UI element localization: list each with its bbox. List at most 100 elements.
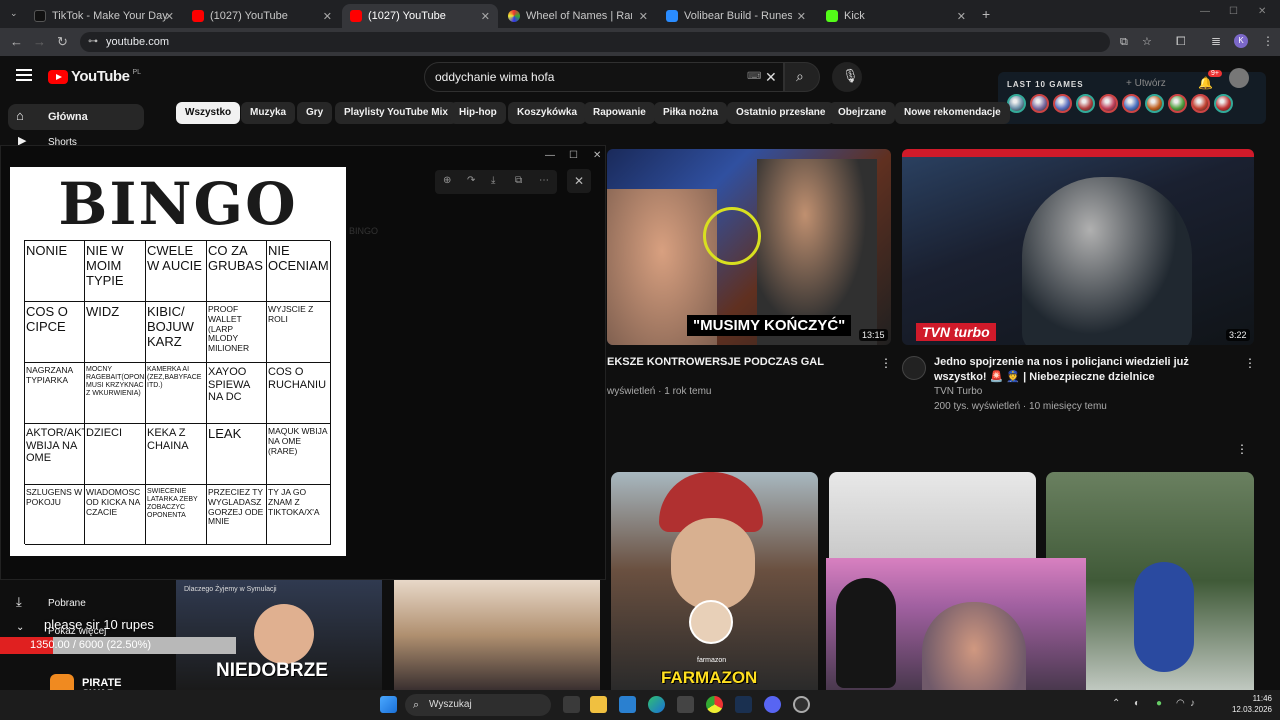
menu-dots-icon[interactable]: ⋮ xyxy=(1262,34,1274,48)
site-info-icon[interactable]: ⊶ xyxy=(88,32,98,52)
sidebar-item-downloads[interactable]: ⤓ Pobrane xyxy=(14,594,164,610)
viewer-close-button[interactable]: ✕ xyxy=(567,169,591,193)
reading-list-icon[interactable]: ≣ xyxy=(1211,34,1221,48)
short-thumbnail-3[interactable] xyxy=(829,472,1036,562)
champion-icon xyxy=(1030,94,1049,113)
window-maximize-icon[interactable]: ☐ xyxy=(569,150,578,161)
hamburger-menu-icon[interactable] xyxy=(16,69,32,81)
chip-4[interactable]: Hip-hop xyxy=(450,102,506,124)
search-input[interactable]: oddychanie wima hofa ⌨ ✕ xyxy=(424,62,784,92)
close-icon[interactable]: ✕ xyxy=(323,10,332,23)
new-tab-button[interactable]: + xyxy=(982,6,990,22)
wifi-icon[interactable]: ◠ xyxy=(1176,698,1185,709)
bingo-cell: NONIE xyxy=(25,241,85,302)
account-avatar[interactable] xyxy=(1229,68,1249,88)
steam-icon[interactable] xyxy=(735,696,752,713)
keyboard-icon[interactable]: ⌨ xyxy=(747,63,761,91)
clear-search-icon[interactable]: ✕ xyxy=(765,63,777,91)
close-icon[interactable]: ✕ xyxy=(639,10,648,23)
chip-9[interactable]: Obejrzane xyxy=(829,102,896,124)
file-explorer-icon[interactable] xyxy=(590,696,607,713)
close-icon[interactable]: ✕ xyxy=(957,10,966,23)
task-view-icon[interactable] xyxy=(563,696,580,713)
chip-6[interactable]: Rapowanie xyxy=(584,102,655,124)
short-thumbnail-2[interactable] xyxy=(394,580,600,690)
video-title-2[interactable]: Jedno spojrzenie na nos i policjanci wie… xyxy=(934,355,1234,385)
short-thumbnail-farmazon[interactable]: farmazon FARMAZON xyxy=(611,472,818,690)
bingo-cell: NIE OCENIAM xyxy=(267,241,331,302)
system-clock[interactable]: 11:46 12.03.2026 xyxy=(1200,693,1272,715)
chip-3[interactable]: Playlisty YouTube Mix xyxy=(335,102,457,124)
video-menu-icon[interactable]: ⋮ xyxy=(1244,356,1256,370)
notifications-bell-icon[interactable]: 🔔 xyxy=(1198,76,1213,90)
close-window-icon[interactable]: ✕ xyxy=(1258,6,1266,17)
tray-chevron-icon[interactable]: ⌃ xyxy=(1112,698,1120,709)
app-icon[interactable] xyxy=(793,696,810,713)
tray-app-icon[interactable]: ◐ xyxy=(1134,698,1140,709)
bookmark-star-icon[interactable]: ☆ xyxy=(1142,32,1152,52)
tab-kick[interactable]: Kick ✕ xyxy=(818,4,974,28)
bingo-cell: WIDZ xyxy=(85,302,146,363)
video-title-1[interactable]: EKSZE KONTROWERSJE PODCZAS GAL xyxy=(607,355,877,370)
extensions-icon[interactable]: ⧠ xyxy=(1176,34,1186,49)
volume-icon[interactable]: ♪ xyxy=(1190,698,1195,709)
search-button[interactable]: ⌕ xyxy=(784,62,820,92)
close-icon[interactable]: ✕ xyxy=(165,10,174,23)
windows-start-icon[interactable] xyxy=(380,696,397,713)
donation-goal-progress: 1350.00 / 6000 (22.50%) xyxy=(30,639,152,651)
tab-youtube-2[interactable]: (1027) YouTube ✕ xyxy=(342,4,498,28)
close-icon[interactable]: ✕ xyxy=(797,10,806,23)
tab-youtube-1[interactable]: (1027) YouTube ✕ xyxy=(184,4,340,28)
video-menu-icon[interactable]: ⋮ xyxy=(880,356,892,370)
open-external-icon[interactable]: ⧉ xyxy=(515,175,522,186)
tab-search-icon[interactable]: ⌄ xyxy=(10,8,18,19)
discord-icon[interactable] xyxy=(764,696,781,713)
zoom-icon[interactable]: ⊕ xyxy=(443,175,451,186)
tray-mic-icon[interactable]: ● xyxy=(1156,698,1162,709)
cast-icon[interactable]: ⧉ xyxy=(1120,32,1128,52)
minimize-icon[interactable]: — xyxy=(1200,6,1210,17)
reload-icon[interactable]: ↻ xyxy=(57,34,68,50)
chip-10[interactable]: Nowe rekomendacje xyxy=(895,102,1010,124)
tab-volibear-build[interactable]: Volibear Build - Runes & Items ✕ xyxy=(658,4,814,28)
shorts-menu-icon[interactable]: ⋮ xyxy=(1236,442,1248,456)
chip-0[interactable]: Wszystko xyxy=(176,102,241,124)
channel-name[interactable]: TVN Turbo xyxy=(934,386,982,397)
channel-avatar[interactable] xyxy=(902,356,926,380)
url-field[interactable]: ⊶ youtube.com ⧉ ☆ xyxy=(80,32,1152,52)
chip-1[interactable]: Muzyka xyxy=(241,102,296,124)
store-icon[interactable] xyxy=(677,696,694,713)
taskbar-search[interactable]: ⌕ Wyszukaj xyxy=(405,694,551,716)
tab-wheel-of-names[interactable]: Wheel of Names | Random nam ✕ xyxy=(500,4,656,28)
profile-avatar[interactable]: K xyxy=(1234,34,1248,48)
chrome-icon[interactable] xyxy=(706,696,723,713)
rotate-icon[interactable]: ↷ xyxy=(467,175,475,186)
edge-icon[interactable] xyxy=(648,696,665,713)
chip-2[interactable]: Gry xyxy=(297,102,333,124)
window-close-icon[interactable]: ✕ xyxy=(593,150,601,161)
more-options-icon[interactable]: ⋯ xyxy=(539,175,549,186)
chip-8[interactable]: Ostatnio przesłane xyxy=(727,102,835,124)
thumbnail-caption: "MUSIMY KOŃCZYĆ" xyxy=(687,315,852,336)
window-minimize-icon[interactable]: — xyxy=(545,150,555,161)
faded-background-label: BINGO xyxy=(349,226,379,236)
fighter-figure xyxy=(1134,562,1194,672)
tab-tiktok[interactable]: TikTok - Make Your Day ✕ xyxy=(26,4,182,28)
voice-search-button[interactable]: 🎙 xyxy=(832,62,862,92)
wheel-icon xyxy=(508,10,520,22)
download-icon[interactable]: ⤓ xyxy=(491,175,495,186)
back-icon[interactable]: ← xyxy=(10,34,23,49)
short-thumbnail-niedobrze[interactable]: Dlaczego Żyjemy w Symulacji NIEDOBRZE xyxy=(176,580,382,690)
close-icon[interactable]: ✕ xyxy=(481,10,490,23)
chip-5[interactable]: Koszykówka xyxy=(508,102,587,124)
forward-icon[interactable]: → xyxy=(33,34,46,49)
chip-7[interactable]: Piłka nożna xyxy=(654,102,728,124)
sidebar-item-home[interactable]: ⌂ Główna xyxy=(8,104,144,130)
youtube-logo[interactable]: YouTube PL xyxy=(48,68,141,85)
maximize-icon[interactable]: ☐ xyxy=(1229,6,1238,17)
create-button[interactable]: + Utwórz xyxy=(1126,78,1166,89)
video-thumbnail-1[interactable]: "MUSIMY KOŃCZYĆ" 13:15 xyxy=(607,149,891,345)
video-thumbnail-2[interactable]: TVN turbo 3:22 xyxy=(902,149,1254,345)
outlook-icon[interactable] xyxy=(619,696,636,713)
champion-icon xyxy=(1076,94,1095,113)
